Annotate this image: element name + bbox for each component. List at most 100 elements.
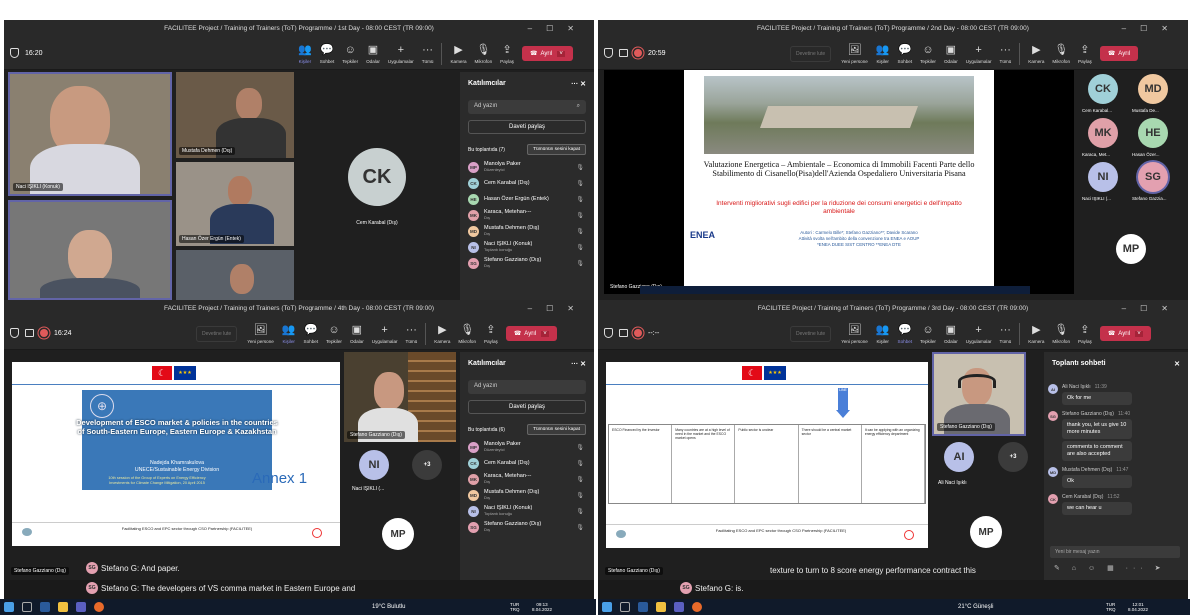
explorer-icon[interactable] (656, 602, 666, 612)
browser-icon[interactable] (94, 602, 104, 612)
teams-icon[interactable] (76, 602, 86, 612)
panel-close-icon[interactable]: ··· ✕ (571, 80, 586, 88)
mute-all-button[interactable]: Tümünün sesini kapat (527, 424, 586, 435)
window-controls[interactable]: –☐✕ (1122, 300, 1182, 317)
apps-button[interactable]: + Uygulamalar (388, 44, 414, 64)
video-tile[interactable] (8, 200, 172, 300)
more-button[interactable]: ··· Tümü (1000, 324, 1012, 344)
leave-button[interactable]: ☎ Ayrıl (1099, 46, 1139, 61)
minimize-icon[interactable]: – (1122, 304, 1140, 313)
people-button[interactable]: 👥 Kişiler (298, 44, 312, 64)
maximize-icon[interactable]: ☐ (546, 24, 567, 33)
apps-button[interactable]: + Uygulamalar (372, 324, 398, 344)
participant-row[interactable]: SG Stefano Gazziano (Dış) Dış 🎙 (460, 519, 594, 535)
whiteboard-button[interactable]: Devetine lute (790, 325, 832, 342)
avatar-tile[interactable]: CK Cem Karabal (Dış) (298, 72, 456, 300)
apps-button[interactable]: + Uygulamalar (966, 44, 992, 64)
share-invite-button[interactable]: Daveti paylaş (468, 400, 586, 414)
participant-row[interactable]: CK Cem Karabal (Dış) 🎙 (460, 455, 594, 471)
video-tile[interactable]: Stefano Gazziano (Dış) (932, 352, 1026, 436)
mic-button[interactable]: 🎙 Mikrofon (458, 324, 476, 344)
chat-button[interactable]: 💬 Sohbet (898, 324, 913, 344)
mic-button[interactable]: 🎙 Mikrofon (475, 44, 493, 64)
leave-button[interactable]: ☎ Ayrıl ˅ (521, 46, 573, 61)
participant-row[interactable]: CK Cem Karabal (Dış) 🎙 (460, 175, 594, 191)
search-icon[interactable] (620, 602, 630, 612)
close-icon[interactable]: ✕ (1174, 360, 1180, 368)
video-tile[interactable]: Mustafa Dehmen (Dış) (176, 72, 294, 158)
participant-row[interactable]: MD Mustafa Dehmen (Dış) Dış 🎙 (460, 487, 594, 503)
leave-button[interactable]: ☎ Ayrıl ˅ (1099, 326, 1151, 341)
camera-button[interactable]: ▶ Kamera (1028, 44, 1044, 64)
new-person-button[interactable]: 🖼 Yeni persone (247, 324, 274, 344)
explorer-icon[interactable] (58, 602, 68, 612)
windows-start-icon[interactable] (4, 602, 14, 612)
chat-button[interactable]: 💬 Sohbet (304, 324, 319, 344)
participant-row[interactable]: MP Manolya Paker Düzenleyici 🎙 (460, 159, 594, 175)
window-controls[interactable]: –☐✕ (528, 20, 588, 37)
close-icon[interactable]: ✕ (1161, 304, 1182, 313)
search-icon[interactable] (22, 602, 32, 612)
taskview-icon[interactable] (638, 602, 648, 612)
apps-button[interactable]: + Uygulamalar (966, 324, 992, 344)
share-button[interactable]: ⇪ Paylaş (484, 324, 498, 344)
camera-button[interactable]: ▶ Kamera (434, 324, 450, 344)
rooms-button[interactable]: ▣ Odalar (944, 324, 958, 344)
chevron-down-icon[interactable]: ˅ (541, 330, 549, 337)
reactions-button[interactable]: ☺ Tepkiler (326, 324, 342, 344)
participant-row[interactable]: MD Mustafa Dehmen (Dış) Dış 🎙 (460, 223, 594, 239)
participant-row[interactable]: MK Karaca, Metehan--- Dış 🎙 (460, 471, 594, 487)
more-button[interactable]: ··· Tümü (406, 324, 418, 344)
taskview-icon[interactable] (40, 602, 50, 612)
people-button[interactable]: 👥 Kişiler (876, 324, 890, 344)
maximize-icon[interactable]: ☐ (1140, 304, 1161, 313)
mic-button[interactable]: 🎙 Mikrofon (1052, 324, 1070, 344)
reactions-button[interactable]: ☺ Tepkiler (342, 44, 358, 64)
window-controls[interactable]: –☐✕ (528, 300, 588, 317)
people-button[interactable]: 👥 Kişiler (282, 324, 296, 344)
close-icon[interactable]: ✕ (567, 304, 588, 313)
minimize-icon[interactable]: – (528, 304, 546, 313)
new-person-button[interactable]: 🖼 Yeni persone (841, 44, 868, 64)
more-button[interactable]: ··· Tümü (1000, 44, 1012, 64)
overflow-count[interactable]: +3 (412, 450, 442, 480)
search-input[interactable]: Ad yazın (468, 380, 586, 394)
camera-button[interactable]: ▶ Kamera (1028, 324, 1044, 344)
video-tile[interactable]: Stefano Gazziano (Dış) (344, 352, 456, 442)
minimize-icon[interactable]: – (528, 24, 546, 33)
close-icon[interactable]: ✕ (1161, 24, 1182, 33)
video-tile[interactable] (176, 250, 294, 300)
mic-button[interactable]: 🎙 Mikrofon (1052, 44, 1070, 64)
maximize-icon[interactable]: ☐ (546, 304, 567, 313)
rooms-button[interactable]: ▣ Odalar (944, 44, 958, 64)
share-invite-button[interactable]: Daveti paylaş (468, 120, 586, 134)
participant-row[interactable]: NI Naci IŞIKLI (Konuk) Toplantı konuğu 🎙 (460, 239, 594, 255)
video-tile[interactable]: Hasan Özer Ergün (Entek) (176, 162, 294, 246)
shared-screen[interactable]: ☾ ★★★ LINE ESCO Financed by the Investor… (602, 352, 932, 578)
rooms-button[interactable]: ▣ Odalar (350, 324, 364, 344)
new-person-button[interactable]: 🖼 Yeni persone (841, 324, 868, 344)
mute-all-button[interactable]: Tümünün sesini kapat (527, 144, 586, 155)
shared-screen[interactable]: ☾ ★★★ ⊕ Development of ESCO market & pol… (8, 352, 344, 578)
participant-row[interactable]: MK Karaca, Metehan--- Dış 🎙 (460, 207, 594, 223)
video-tile[interactable]: Naci IŞIKLI (Konuk) (8, 72, 172, 196)
teams-icon[interactable] (674, 602, 684, 612)
share-button[interactable]: ⇪ Paylaş (1078, 324, 1092, 344)
leave-button[interactable]: ☎ Ayrıl ˅ (505, 326, 557, 341)
people-button[interactable]: 👥 Kişiler (876, 44, 890, 64)
whiteboard-button[interactable]: Devetine lute (790, 45, 832, 62)
chat-button[interactable]: 💬 Sohbet (320, 44, 335, 64)
share-button[interactable]: ⇪ Paylaş (1078, 44, 1092, 64)
participant-row[interactable]: SG Stefano Gazziano (Dış) Dış 🎙 (460, 255, 594, 271)
whiteboard-button[interactable]: Devetine lute (196, 325, 238, 342)
minimize-icon[interactable]: – (1122, 24, 1140, 33)
participant-row[interactable]: NI Naci IŞIKLI (Konuk) Toplantı konuğu 🎙 (460, 503, 594, 519)
message-input[interactable]: Yeni bir mesaj yazın (1050, 546, 1180, 558)
maximize-icon[interactable]: ☐ (1140, 24, 1161, 33)
rooms-button[interactable]: ▣ Odalar (366, 44, 380, 64)
browser-icon[interactable] (692, 602, 702, 612)
window-controls[interactable]: –☐✕ (1122, 20, 1182, 37)
reactions-button[interactable]: ☺ Tepkiler (920, 324, 936, 344)
chat-button[interactable]: 💬 Sohbet (898, 44, 913, 64)
overflow-count[interactable]: +3 (998, 442, 1028, 472)
